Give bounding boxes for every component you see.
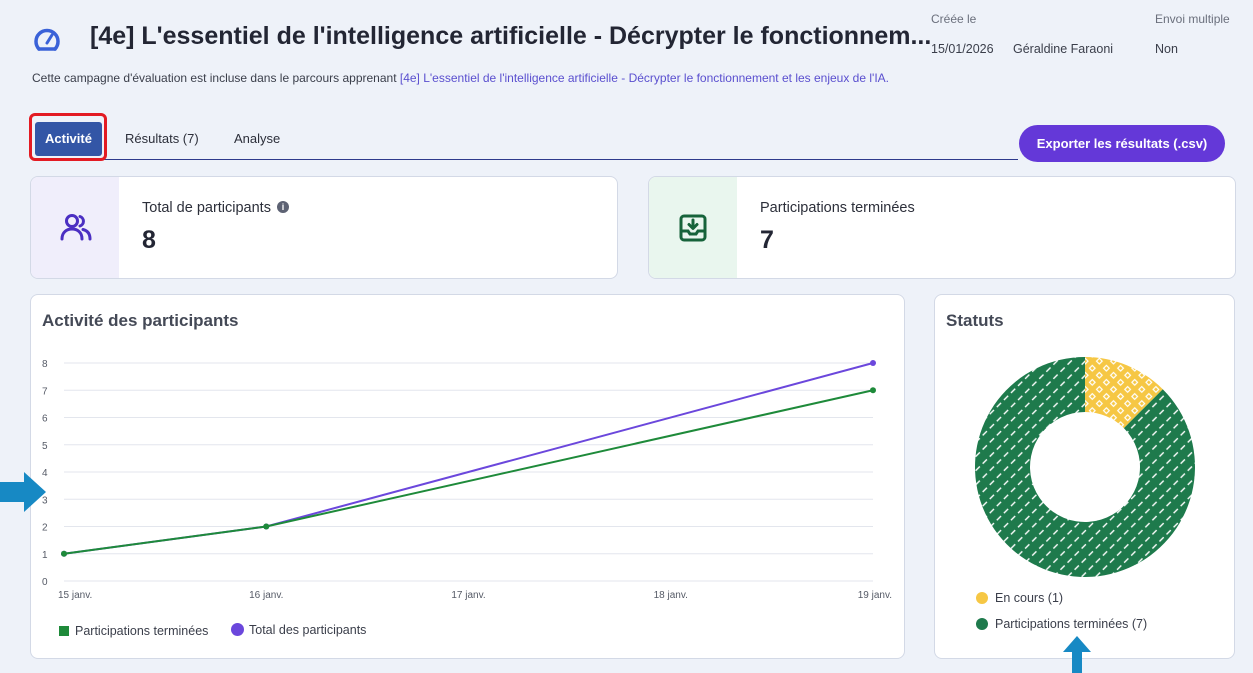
x-tick-label: 17 janv. — [451, 590, 485, 601]
multi-send-meta: Envoi multiple Non — [1155, 12, 1230, 56]
author-name: Géraldine Faraoni — [1013, 42, 1114, 56]
x-tick-label: 15 janv. — [58, 590, 92, 601]
status-title: Statuts — [946, 311, 1004, 330]
tab-analyse[interactable]: Analyse — [234, 122, 280, 156]
description-text: Cette campagne d'évaluation est incluse … — [32, 71, 400, 85]
legend-square-icon — [59, 626, 69, 636]
completed-participations-label: Participations terminées — [760, 200, 915, 216]
legend-completed[interactable]: Participations terminées — [59, 624, 208, 638]
author-meta: Géraldine Faraoni — [1013, 12, 1113, 56]
y-tick-label: 5 — [42, 441, 48, 452]
multi-send-label: Envoi multiple — [1155, 12, 1230, 26]
legend-total[interactable]: Total des participants — [231, 623, 366, 637]
series-line-total — [63, 362, 874, 555]
legend-circle-icon — [231, 623, 244, 636]
tab-bar: Activité Résultats (7) Analyse — [29, 113, 1018, 161]
status-panel: Statuts En cours (1) Participations term… — [934, 294, 1235, 659]
users-icon — [60, 214, 92, 241]
export-csv-button[interactable]: Exporter les résultats (.csv) — [1019, 125, 1225, 162]
legend-finished[interactable]: Participations terminées (7) — [976, 617, 1147, 631]
page-title: [4e] L'essentiel de l'intelligence artif… — [90, 22, 932, 50]
y-tick-label: 7 — [42, 386, 48, 397]
y-tick-label: 0 — [42, 577, 48, 588]
activity-line-chart: 01234567815 janv. 16 janv. 17 janv. 18 janv… — [42, 359, 892, 601]
completed-participations-card: Participations terminées 7 — [648, 176, 1236, 279]
inbox-icon-box — [649, 177, 737, 278]
page-header: [4e] L'essentiel de l'intelligence artif… — [0, 0, 1253, 100]
activity-chart-title: Activité des participants — [42, 311, 239, 330]
created-meta: Créée le 15/01/2026 — [931, 12, 994, 56]
learning-path-link[interactable]: [4e] L'essentiel de l'intelligence artif… — [400, 71, 889, 85]
y-tick-label: 6 — [42, 414, 48, 425]
total-participants-card: Total de participants i 8 — [30, 176, 618, 279]
annotation-arrow-right-icon — [0, 472, 46, 512]
tab-resultats[interactable]: Résultats (7) — [125, 122, 199, 156]
data-point — [870, 360, 876, 366]
yellow-dot-icon — [976, 592, 988, 604]
y-tick-label: 8 — [42, 359, 48, 370]
data-point — [263, 523, 270, 530]
multi-send-value: Non — [1155, 42, 1178, 56]
data-point — [870, 387, 876, 394]
users-icon-box — [31, 177, 119, 278]
created-date: 15/01/2026 — [931, 42, 994, 56]
total-participants-label: Total de participants i — [142, 200, 289, 216]
annotation-arrow-up-icon — [1063, 636, 1091, 673]
donut-slice-finished[interactable] — [975, 357, 1195, 577]
x-tick-label: 19 janv. — [858, 590, 892, 601]
y-tick-label: 2 — [42, 523, 48, 534]
campaign-description: Cette campagne d'évaluation est incluse … — [32, 71, 889, 85]
green-dot-icon — [976, 618, 988, 630]
status-donut-chart — [975, 357, 1195, 577]
gauge-icon — [34, 28, 60, 51]
y-tick-label: 1 — [42, 550, 48, 561]
inbox-download-icon — [679, 214, 707, 242]
activity-chart-panel: Activité des participants 0 1 2 3 4 5 6 7 8 15 ja… — [30, 294, 905, 659]
created-label: Créée le — [931, 12, 977, 26]
info-icon[interactable]: i — [276, 201, 289, 213]
data-point — [61, 550, 67, 557]
legend-in-progress[interactable]: En cours (1) — [976, 591, 1063, 605]
x-tick-label: 18 janv. — [654, 590, 688, 601]
x-tick-label: 16 janv. — [249, 590, 283, 601]
completed-participations-value: 7 — [760, 226, 774, 254]
total-participants-value: 8 — [142, 226, 156, 254]
highlight-box — [29, 113, 107, 161]
